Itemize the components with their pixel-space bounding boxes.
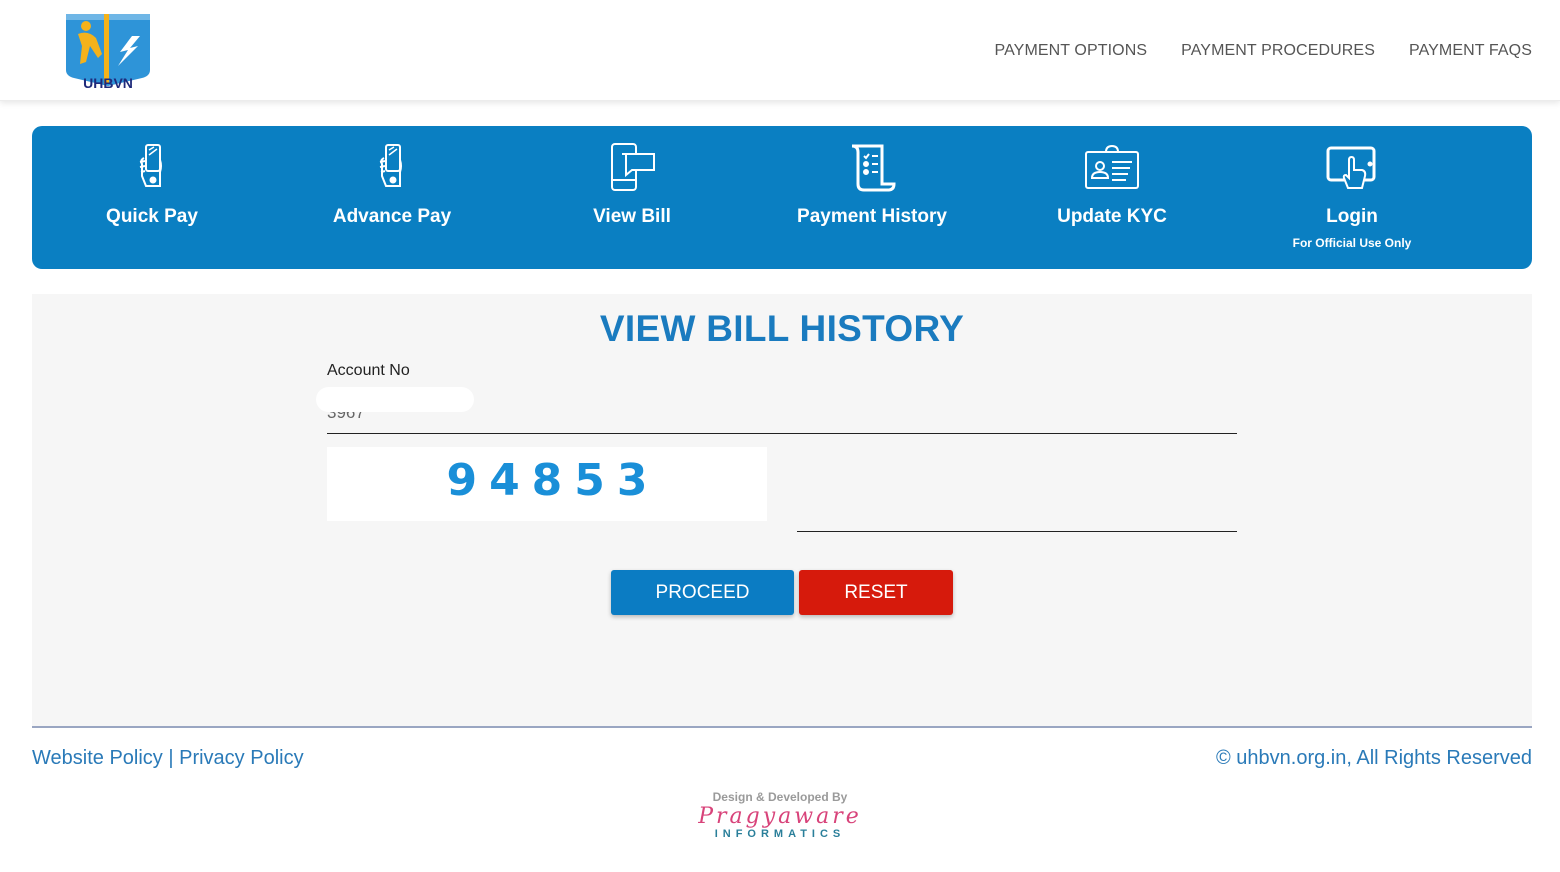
developer-logo-text: Pragyaware — [698, 804, 862, 829]
hand-phone-icon — [379, 144, 402, 187]
service-update-kyc[interactable]: Update KYC — [992, 126, 1232, 269]
redaction-overlay — [316, 387, 474, 412]
service-label: Advance Pay — [332, 206, 452, 227]
service-label: View Bill — [593, 206, 671, 227]
id-card-icon — [1085, 144, 1139, 189]
footer-divider — [32, 726, 1532, 728]
phone-message-icon — [611, 143, 655, 191]
site-header: UHBVN PAYMENT OPTIONS PAYMENT PROCEDURES… — [0, 0, 1560, 101]
page-title: VIEW BILL HISTORY — [599, 308, 965, 349]
service-label: Login — [1326, 206, 1378, 227]
top-nav: PAYMENT OPTIONS PAYMENT PROCEDURES PAYME… — [995, 42, 1533, 60]
tablet-touch-icon — [1326, 146, 1376, 189]
captcha-input[interactable] — [797, 484, 1237, 532]
service-bar: Quick Pay Advance Pay View Bill Payment … — [32, 126, 1532, 269]
website-policy-link[interactable]: Website Policy — [32, 747, 163, 769]
nav-payment-faqs[interactable]: PAYMENT FAQS — [1409, 42, 1532, 60]
scroll-checklist-icon — [851, 144, 896, 192]
captcha-code: 94853 — [446, 455, 660, 506]
captcha-image: 94853 — [327, 447, 767, 521]
service-advance-pay[interactable]: Advance Pay — [272, 126, 512, 269]
service-sublabel: For Official Use Only — [1292, 236, 1412, 250]
service-view-bill[interactable]: View Bill — [512, 126, 752, 269]
logo-text: UHBVN — [83, 75, 133, 91]
bill-history-panel: VIEW BILL HISTORY Account No 94853 PROCE… — [32, 294, 1532, 726]
service-label: Quick Pay — [106, 206, 198, 227]
nav-payment-procedures[interactable]: PAYMENT PROCEDURES — [1181, 42, 1375, 60]
copyright-text: © uhbvn.org.in, All Rights Reserved — [1215, 747, 1532, 769]
service-payment-history[interactable]: Payment History — [752, 126, 992, 269]
credit-by-text: Design & Developed By — [712, 790, 848, 804]
developer-logo-subtext: INFORMATICS — [714, 828, 846, 840]
service-login[interactable]: Login For Official Use Only — [1232, 126, 1472, 269]
proceed-button[interactable]: PROCEED — [611, 570, 794, 615]
service-quick-pay[interactable]: Quick Pay — [32, 126, 272, 269]
uhbvn-logo[interactable]: UHBVN — [62, 12, 154, 94]
developer-credit[interactable]: Design & Developed By Pragyaware INFORMA… — [0, 790, 1560, 840]
service-label: Update KYC — [1057, 206, 1167, 227]
privacy-policy-link[interactable]: Privacy Policy — [179, 747, 303, 769]
hand-phone-icon — [139, 144, 162, 187]
nav-payment-options[interactable]: PAYMENT OPTIONS — [995, 42, 1148, 60]
link-separator: | — [162, 747, 180, 769]
service-label: Payment History — [797, 206, 947, 227]
footer-policy-links: Website Policy | Privacy Policy — [32, 747, 304, 770]
reset-button[interactable]: RESET — [799, 570, 953, 615]
account-no-label: Account No — [327, 362, 410, 379]
